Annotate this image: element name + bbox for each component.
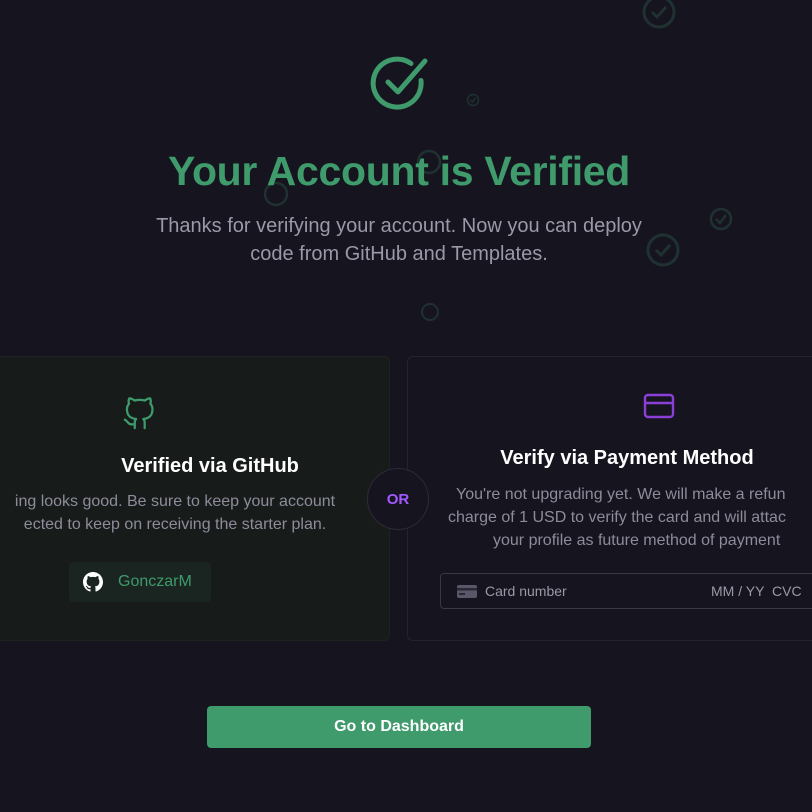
github-card-title: Verified via GitHub [121, 455, 299, 477]
github-icon [123, 397, 154, 430]
credit-card-icon [643, 393, 675, 419]
background-check-icon [421, 303, 439, 321]
github-account-badge[interactable]: GonczarM [69, 562, 211, 602]
github-card-description: ing looks good. Be sure to keep your acc… [0, 490, 389, 536]
background-check-icon [466, 93, 480, 107]
payment-card-description-line: You're not upgrading yet. We will make a… [456, 486, 786, 503]
payment-verification-card: Verify via Payment Method You're not upg… [407, 356, 812, 641]
github-card-description-line: ected to keep on receiving the starter p… [23, 516, 327, 533]
check-circle-icon [370, 56, 428, 110]
card-number-placeholder: Card number [485, 583, 567, 599]
go-to-dashboard-button[interactable]: Go to Dashboard [207, 706, 591, 748]
github-verification-card: Verified via GitHub ing looks good. Be s… [0, 356, 390, 641]
github-card-description-line: ing looks good. Be sure to keep your acc… [14, 493, 336, 510]
payment-card-description-line: charge of 1 USD to verify the card and w… [448, 509, 786, 526]
background-check-icon [646, 233, 680, 267]
page-title: Your Account is Verified [167, 148, 631, 194]
page-subtitle: Thanks for verifying your account. Now y… [156, 215, 642, 265]
card-expiry-placeholder: MM / YY [711, 583, 765, 599]
payment-card-title: Verify via Payment Method [500, 447, 754, 469]
background-check-icon [709, 207, 733, 231]
github-username: GonczarM [118, 573, 192, 590]
card-cvc-placeholder: CVC [772, 583, 802, 599]
payment-card-description: You're not upgrading yet. We will make a… [408, 483, 812, 552]
background-check-icon [642, 0, 676, 29]
payment-card-description-line: your profile as future method of payment [493, 532, 781, 549]
card-brand-icon [457, 585, 477, 598]
or-divider-badge: OR [367, 468, 429, 530]
card-details-input[interactable]: Card number MM / YY CVC [440, 573, 812, 609]
github-mark-icon [83, 572, 103, 592]
